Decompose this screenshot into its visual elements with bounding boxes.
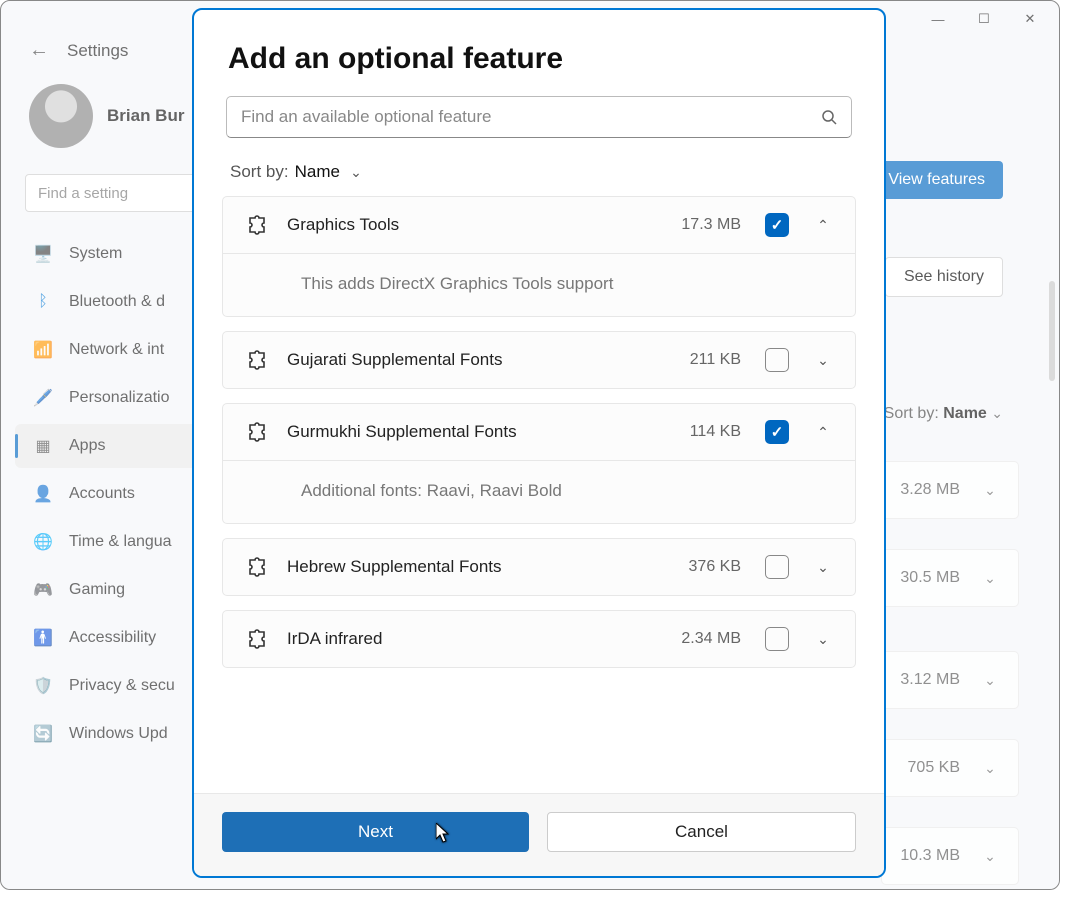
puzzle-icon bbox=[245, 420, 269, 444]
feature-description: This adds DirectX Graphics Tools support bbox=[223, 253, 855, 316]
feature-row: IrDA infrared 2.34 MB ⌄ bbox=[222, 610, 856, 668]
feature-row: Gujarati Supplemental Fonts 211 KB ⌄ bbox=[222, 331, 856, 389]
feature-name: Gujarati Supplemental Fonts bbox=[287, 350, 672, 370]
feature-size: 376 KB bbox=[689, 558, 741, 576]
feature-header[interactable]: IrDA infrared 2.34 MB ⌄ bbox=[223, 611, 855, 667]
chevron-down-icon[interactable]: ⌄ bbox=[813, 631, 833, 648]
feature-checkbox[interactable] bbox=[765, 420, 789, 444]
feature-checkbox[interactable] bbox=[765, 555, 789, 579]
feature-header[interactable]: Graphics Tools 17.3 MB ⌃ bbox=[223, 197, 855, 253]
puzzle-icon bbox=[245, 555, 269, 579]
feature-size: 114 KB bbox=[690, 423, 741, 441]
feature-name: Graphics Tools bbox=[287, 215, 663, 235]
feature-name: IrDA infrared bbox=[287, 629, 663, 649]
feature-checkbox[interactable] bbox=[765, 213, 789, 237]
feature-name: Hebrew Supplemental Fonts bbox=[287, 557, 671, 577]
chevron-down-icon[interactable]: ⌄ bbox=[813, 559, 833, 576]
feature-header[interactable]: Hebrew Supplemental Fonts 376 KB ⌄ bbox=[223, 539, 855, 595]
feature-name: Gurmukhi Supplemental Fonts bbox=[287, 422, 672, 442]
feature-row: Hebrew Supplemental Fonts 376 KB ⌄ bbox=[222, 538, 856, 596]
chevron-down-icon: ⌄ bbox=[346, 164, 366, 181]
feature-row: Graphics Tools 17.3 MB ⌃ This adds DirectX … bbox=[222, 196, 856, 317]
chevron-up-icon[interactable]: ⌃ bbox=[813, 424, 833, 441]
feature-header[interactable]: Gurmukhi Supplemental Fonts 114 KB ⌃ bbox=[223, 404, 855, 460]
feature-description: Additional fonts: Raavi, Raavi Bold bbox=[223, 460, 855, 523]
add-feature-dialog: Add an optional feature Find an availabl… bbox=[192, 8, 886, 878]
feature-row: Gurmukhi Supplemental Fonts 114 KB ⌃ Additi… bbox=[222, 403, 856, 524]
puzzle-icon bbox=[245, 213, 269, 237]
next-button[interactable]: Next bbox=[222, 812, 529, 852]
puzzle-icon bbox=[245, 348, 269, 372]
feature-header[interactable]: Gujarati Supplemental Fonts 211 KB ⌄ bbox=[223, 332, 855, 388]
dialog-sort[interactable]: Sort by: Name ⌄ bbox=[194, 138, 884, 196]
feature-checkbox[interactable] bbox=[765, 627, 789, 651]
feature-size: 17.3 MB bbox=[681, 216, 741, 234]
feature-checkbox[interactable] bbox=[765, 348, 789, 372]
puzzle-icon bbox=[245, 627, 269, 651]
feature-search-input[interactable]: Find an available optional feature bbox=[226, 96, 852, 138]
cancel-button[interactable]: Cancel bbox=[547, 812, 856, 852]
search-icon bbox=[821, 109, 837, 125]
chevron-up-icon[interactable]: ⌃ bbox=[813, 217, 833, 234]
chevron-down-icon[interactable]: ⌄ bbox=[813, 352, 833, 369]
feature-size: 2.34 MB bbox=[681, 630, 741, 648]
dialog-title: Add an optional feature bbox=[194, 10, 884, 96]
feature-size: 211 KB bbox=[690, 351, 741, 369]
